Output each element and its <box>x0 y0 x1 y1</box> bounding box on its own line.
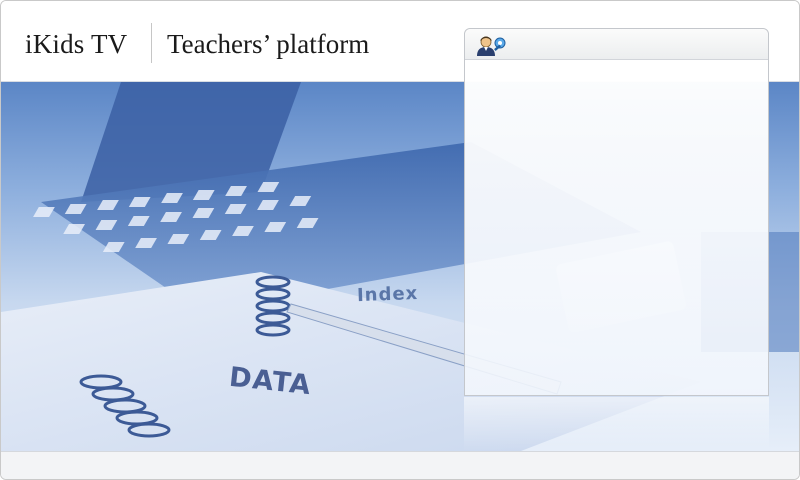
app-frame: iKids TV Teachers’ platform Index DATA <box>0 0 800 480</box>
login-panel-header <box>465 29 768 60</box>
footer-bar <box>1 451 799 479</box>
header-divider <box>151 23 152 63</box>
brand-name: iKids TV <box>25 29 128 59</box>
login-panel-body <box>465 60 768 395</box>
login-panel <box>464 28 769 396</box>
platform-title: Teachers’ platform <box>167 29 370 59</box>
hero-index-text: Index <box>356 282 419 307</box>
panel-reflection <box>464 397 769 451</box>
user-key-icon <box>477 36 506 56</box>
